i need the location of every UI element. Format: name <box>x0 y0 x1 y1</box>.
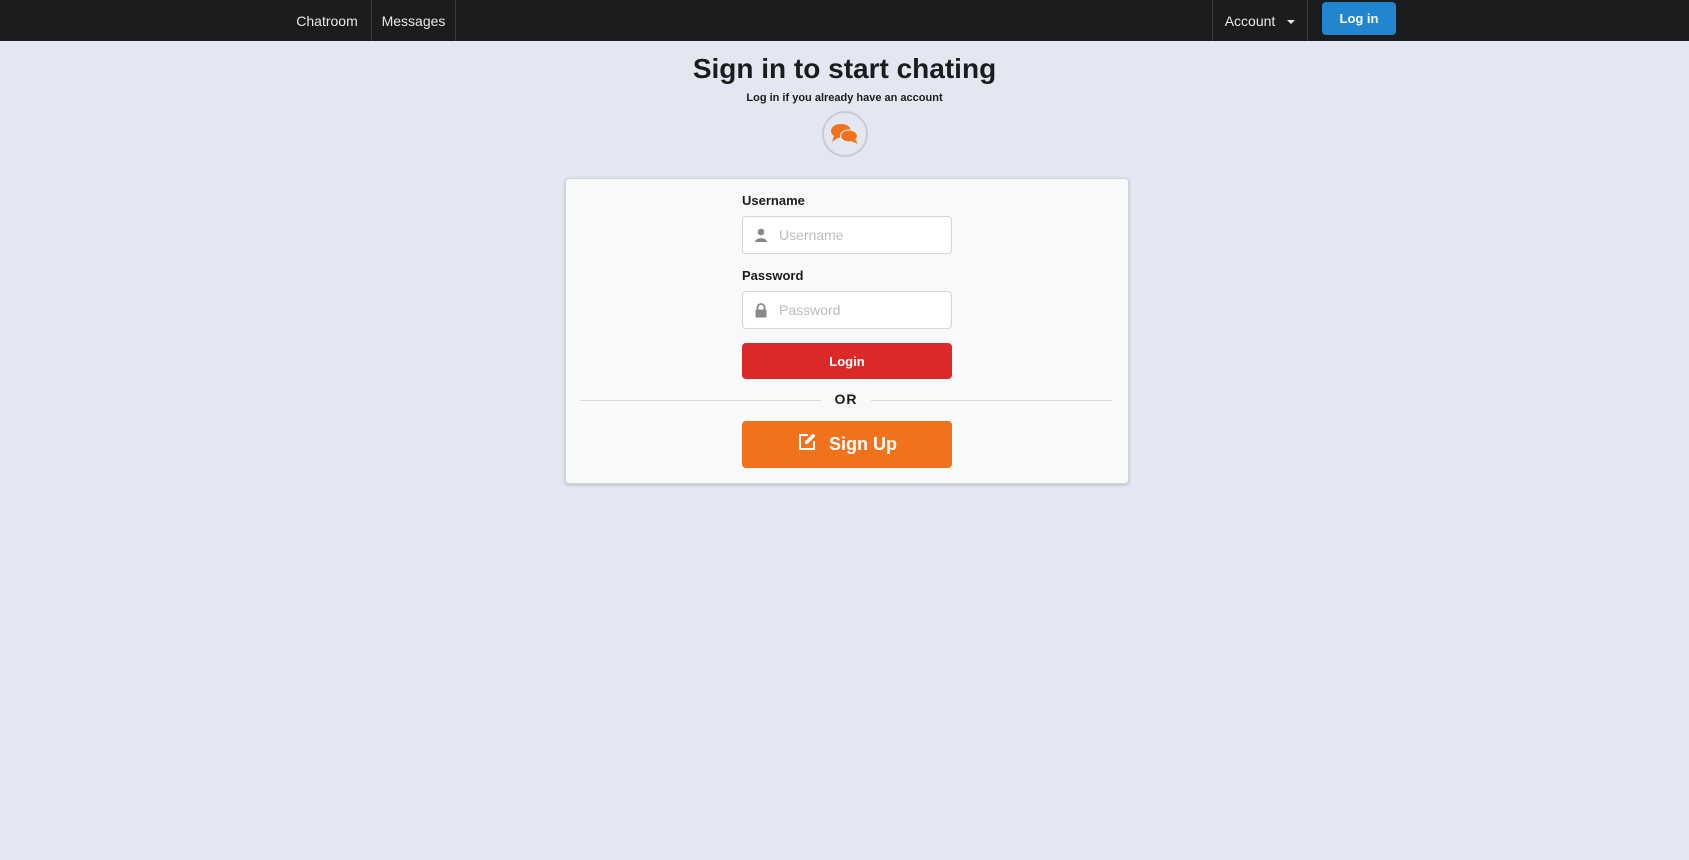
divider-line-right <box>871 400 1112 401</box>
edit-icon <box>797 432 817 457</box>
page-subtitle: Log in if you already have an account <box>746 92 943 104</box>
username-label: Username <box>742 193 805 208</box>
comments-icon <box>822 111 868 157</box>
signup-button-label: Sign Up <box>829 434 897 454</box>
nav-item-chatroom[interactable]: Chatroom <box>284 0 370 41</box>
username-field-wrapper <box>742 216 952 254</box>
password-label: Password <box>742 268 804 283</box>
username-input[interactable] <box>779 217 949 253</box>
caret-down-icon <box>1287 19 1296 24</box>
page-title: Sign in to start chating <box>692 53 997 84</box>
or-divider: OR <box>834 391 858 407</box>
nav-item-messages[interactable]: Messages <box>371 0 456 41</box>
nav-login-button[interactable]: Log in <box>1322 2 1396 35</box>
nav-account-dropdown[interactable]: Account <box>1212 0 1308 41</box>
signup-button[interactable]: Sign Up <box>742 421 952 468</box>
nav-account-label: Account <box>1224 12 1276 29</box>
user-icon <box>753 227 769 243</box>
login-button[interactable]: Login <box>742 343 952 379</box>
lock-icon <box>753 302 769 318</box>
divider-line-left <box>580 400 821 401</box>
password-input[interactable] <box>779 292 949 328</box>
top-navbar: Chatroom Messages Account Log in <box>0 0 1689 41</box>
password-field-wrapper <box>742 291 952 329</box>
